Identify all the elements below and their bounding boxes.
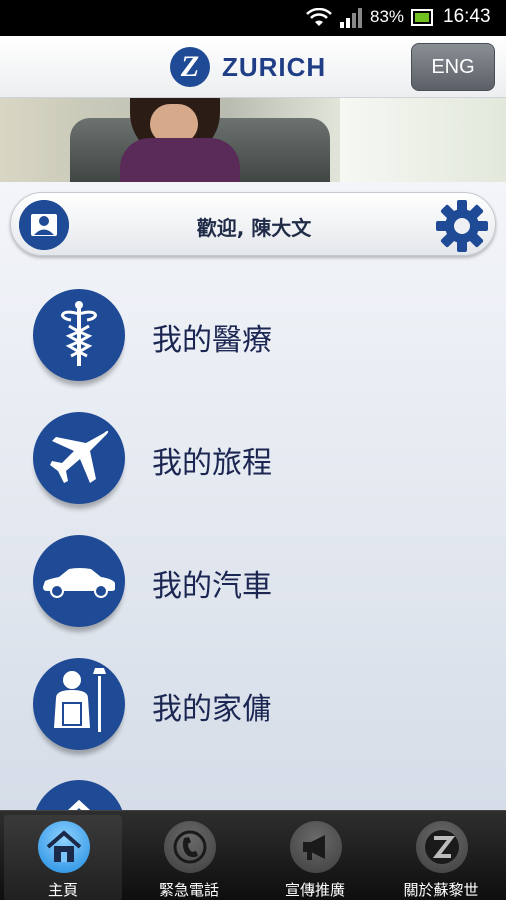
phone-icon [164, 821, 216, 873]
menu-item-label: 我的醫療 [152, 323, 272, 358]
clock: 16:43 [443, 6, 491, 27]
status-bar: 83% 16:43 [0, 0, 506, 36]
airplane-icon [33, 412, 125, 504]
zurich-logo-text: ZURICH [222, 51, 327, 82]
tab-label: 緊急電話 [158, 881, 219, 899]
battery-icon [411, 9, 433, 26]
menu-item-helper[interactable]: 我的家傭 [0, 658, 506, 768]
home-icon [33, 780, 125, 810]
menu-item-medical[interactable]: 我的醫療 [0, 289, 506, 399]
menu-item-travel[interactable]: 我的旅程 [0, 412, 506, 522]
menu-item-home[interactable] [0, 780, 506, 810]
menu-item-label: 我的汽車 [152, 569, 272, 604]
app-header: Z ZURICH ENG [0, 36, 506, 98]
welcome-bar: 歡迎, 陳大文 [10, 192, 496, 256]
tab-label: 關於蘇黎世 [403, 881, 479, 899]
gear-icon[interactable] [435, 199, 489, 253]
megaphone-icon [290, 821, 342, 873]
tab-label: 主頁 [47, 881, 78, 899]
menu-item-label: 我的家傭 [152, 692, 272, 727]
bottom-tab-bar: 主頁 緊急電話 宣傳推廣 關於蘇黎世 [0, 810, 506, 900]
tab-label: 宣傳推廣 [284, 881, 345, 899]
banner-image [0, 98, 506, 182]
tab-emergency-phone[interactable]: 緊急電話 [130, 815, 248, 900]
caduceus-icon [33, 289, 125, 381]
welcome-text: 歡迎, 陳大文 [196, 216, 312, 240]
domestic-helper-icon [33, 658, 125, 750]
battery-percent: 83% [370, 7, 405, 26]
main-content[interactable]: 歡迎, 陳大文 我的醫療 我的旅程 我的汽車 我的家傭 [0, 182, 506, 810]
language-button[interactable]: ENG [411, 43, 495, 91]
car-icon [33, 535, 125, 627]
tab-promotions[interactable]: 宣傳推廣 [256, 815, 374, 900]
zurich-icon [416, 821, 468, 873]
menu-item-car[interactable]: 我的汽車 [0, 535, 506, 645]
menu-item-label: 我的旅程 [152, 446, 272, 481]
wifi-icon [306, 8, 332, 26]
zurich-logo: Z ZURICH [170, 46, 326, 88]
tab-about-zurich[interactable]: 關於蘇黎世 [382, 815, 500, 900]
home-icon [38, 821, 90, 873]
zurich-logo-mark: Z [170, 47, 210, 87]
tab-home[interactable]: 主頁 [4, 815, 122, 900]
signal-icon [340, 8, 362, 28]
